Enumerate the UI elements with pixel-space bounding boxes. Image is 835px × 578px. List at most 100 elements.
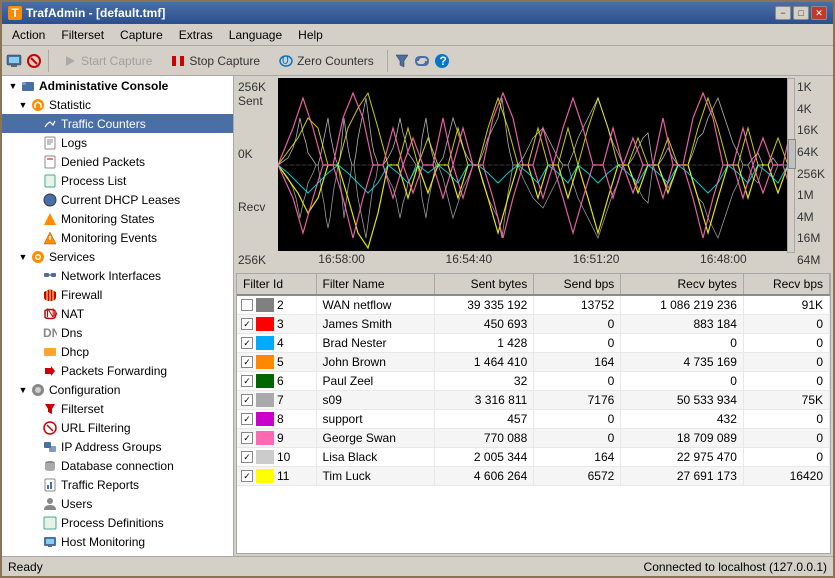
chart-y-left: 256KSent 0K Recv 256K bbox=[236, 78, 278, 269]
row-checkbox[interactable]: ✓ bbox=[241, 318, 253, 330]
dns-icon: DNS bbox=[42, 325, 58, 341]
sidebar-item-traffic-counters[interactable]: Traffic Counters bbox=[2, 114, 233, 133]
svg-text:?: ? bbox=[439, 54, 446, 68]
menu-help[interactable]: Help bbox=[290, 26, 331, 44]
data-table-area: Filter Id Filter Name Sent bytes Send bp… bbox=[236, 273, 831, 554]
cell-recv-bps: 91K bbox=[743, 295, 829, 315]
cell-sent-bytes: 4 606 264 bbox=[434, 467, 534, 486]
sidebar-item-url-filtering[interactable]: URL Filtering bbox=[2, 418, 233, 437]
toolbar-icon-2[interactable] bbox=[26, 53, 42, 69]
cell-sent-bytes: 1 464 410 bbox=[434, 353, 534, 372]
sidebar-item-nat[interactable]: NAT NAT bbox=[2, 304, 233, 323]
sidebar-group-services-label: Services bbox=[49, 250, 95, 264]
sidebar-root[interactable]: ▼ Administative Console bbox=[2, 76, 233, 95]
cell-send-bps: 0 bbox=[534, 315, 621, 334]
zero-counters-button[interactable]: 0 Zero Counters bbox=[271, 50, 381, 72]
row-checkbox[interactable]: ✓ bbox=[241, 337, 253, 349]
sidebar-item-dhcp-leases[interactable]: Current DHCP Leases bbox=[2, 190, 233, 209]
sidebar-item-network-interfaces[interactable]: Network Interfaces bbox=[2, 266, 233, 285]
monitoring-states-icon bbox=[42, 211, 58, 227]
toolbar-icon-help[interactable]: ? bbox=[434, 53, 450, 69]
minimize-button[interactable]: − bbox=[775, 6, 791, 20]
sidebar-denied-packets-label: Denied Packets bbox=[61, 155, 145, 169]
sidebar-item-database-connection[interactable]: Database connection bbox=[2, 456, 233, 475]
sidebar-item-dns[interactable]: DNS Dns bbox=[2, 323, 233, 342]
sidebar-item-traffic-reports[interactable]: Traffic Reports bbox=[2, 475, 233, 494]
cell-filter-id: ✓ 10 bbox=[237, 448, 316, 467]
sidebar-dhcp-label: Dhcp bbox=[61, 345, 89, 359]
menu-language[interactable]: Language bbox=[221, 26, 290, 44]
sidebar-ip-address-groups-label: IP Address Groups bbox=[61, 440, 162, 454]
cell-recv-bytes: 22 975 470 bbox=[621, 448, 744, 467]
toolbar-icon-filter[interactable] bbox=[394, 53, 410, 69]
cell-send-bps: 13752 bbox=[534, 295, 621, 315]
toolbar-icon-link[interactable] bbox=[414, 53, 430, 69]
stop-capture-button[interactable]: Stop Capture bbox=[163, 50, 267, 72]
sidebar-item-dhcp[interactable]: Dhcp bbox=[2, 342, 233, 361]
sidebar-item-monitoring-states[interactable]: Monitoring States bbox=[2, 209, 233, 228]
chart-y-right: 1K 4K 16K 64K 256K 1M 4M 16M 64M bbox=[795, 78, 831, 269]
row-checkbox[interactable]: ✓ bbox=[241, 375, 253, 387]
row-checkbox[interactable]: ✓ bbox=[241, 470, 253, 482]
svg-text:0: 0 bbox=[282, 54, 289, 67]
y-right-64k: 64K bbox=[797, 145, 829, 159]
menu-action[interactable]: Action bbox=[4, 26, 53, 44]
menu-capture[interactable]: Capture bbox=[112, 26, 171, 44]
x-label-2: 16:51:20 bbox=[573, 252, 620, 268]
data-table: Filter Id Filter Name Sent bytes Send bp… bbox=[237, 274, 830, 486]
sidebar-item-monitoring-events[interactable]: Monitoring Events bbox=[2, 228, 233, 247]
sidebar-group-configuration[interactable]: ▼ Configuration bbox=[2, 380, 233, 399]
cell-send-bps: 164 bbox=[534, 448, 621, 467]
sidebar-item-ip-address-groups[interactable]: IP Address Groups bbox=[2, 437, 233, 456]
maximize-button[interactable]: □ bbox=[793, 6, 809, 20]
close-button[interactable]: ✕ bbox=[811, 6, 827, 20]
x-label-1: 16:54:40 bbox=[446, 252, 493, 268]
chart-scrollbar[interactable] bbox=[787, 78, 795, 253]
start-capture-button[interactable]: Start Capture bbox=[55, 50, 159, 72]
sidebar-item-firewall[interactable]: Firewall bbox=[2, 285, 233, 304]
main-content: ▼ Administative Console ▼ Statistic Traf… bbox=[2, 76, 833, 556]
y-right-256k: 256K bbox=[797, 167, 829, 181]
sidebar-nat-label: NAT bbox=[61, 307, 84, 321]
row-checkbox[interactable]: ✓ bbox=[241, 356, 253, 368]
sidebar-item-filterset[interactable]: Filterset bbox=[2, 399, 233, 418]
sidebar-item-host-monitoring[interactable]: Host Monitoring bbox=[2, 532, 233, 551]
color-swatch bbox=[256, 317, 274, 331]
col-header-filter-name: Filter Name bbox=[316, 274, 434, 295]
row-checkbox[interactable]: ✓ bbox=[241, 451, 253, 463]
filter-id-value: 7 bbox=[277, 393, 284, 407]
cell-send-bps: 0 bbox=[534, 372, 621, 391]
denied-packets-icon bbox=[42, 154, 58, 170]
sidebar-item-process-list[interactable]: Process List bbox=[2, 171, 233, 190]
row-checkbox[interactable]: ✓ bbox=[241, 432, 253, 444]
stop-capture-icon bbox=[170, 53, 186, 69]
chart-x-labels: 16:58:00 16:54:40 16:51:20 16:48:00 bbox=[278, 251, 787, 269]
sidebar-item-packets-forwarding[interactable]: Packets Forwarding bbox=[2, 361, 233, 380]
row-checkbox[interactable]: ✓ bbox=[241, 413, 253, 425]
services-icon bbox=[30, 249, 46, 265]
sidebar-item-logs[interactable]: Logs bbox=[2, 133, 233, 152]
sidebar-item-denied-packets[interactable]: Denied Packets bbox=[2, 152, 233, 171]
zero-counters-icon: 0 bbox=[278, 53, 294, 69]
sidebar-item-users[interactable]: Users bbox=[2, 494, 233, 513]
x-label-0: 16:58:00 bbox=[318, 252, 365, 268]
menu-filterset[interactable]: Filterset bbox=[53, 26, 112, 44]
cell-filter-id: ✓ 9 bbox=[237, 429, 316, 448]
color-swatch bbox=[256, 355, 274, 369]
sidebar-group-statistic[interactable]: ▼ Statistic bbox=[2, 95, 233, 114]
sidebar-item-process-definitions[interactable]: Process Definitions bbox=[2, 513, 233, 532]
row-checkbox[interactable]: ✓ bbox=[241, 394, 253, 406]
y-left-256k-sent: 256KSent bbox=[238, 80, 276, 108]
cell-filter-name: James Smith bbox=[316, 315, 434, 334]
cell-filter-name: Lisa Black bbox=[316, 448, 434, 467]
row-checkbox[interactable] bbox=[241, 299, 253, 311]
menu-extras[interactable]: Extras bbox=[171, 26, 221, 44]
toolbar-icon-1[interactable] bbox=[6, 53, 22, 69]
color-swatch bbox=[256, 431, 274, 445]
filter-id-value: 8 bbox=[277, 412, 284, 426]
cell-send-bps: 6572 bbox=[534, 467, 621, 486]
sidebar-database-connection-label: Database connection bbox=[61, 459, 174, 473]
col-header-send-bps: Send bps bbox=[534, 274, 621, 295]
title-bar-left: T TrafAdmin - [default.tmf] bbox=[8, 6, 165, 20]
sidebar-group-services[interactable]: ▼ Services bbox=[2, 247, 233, 266]
